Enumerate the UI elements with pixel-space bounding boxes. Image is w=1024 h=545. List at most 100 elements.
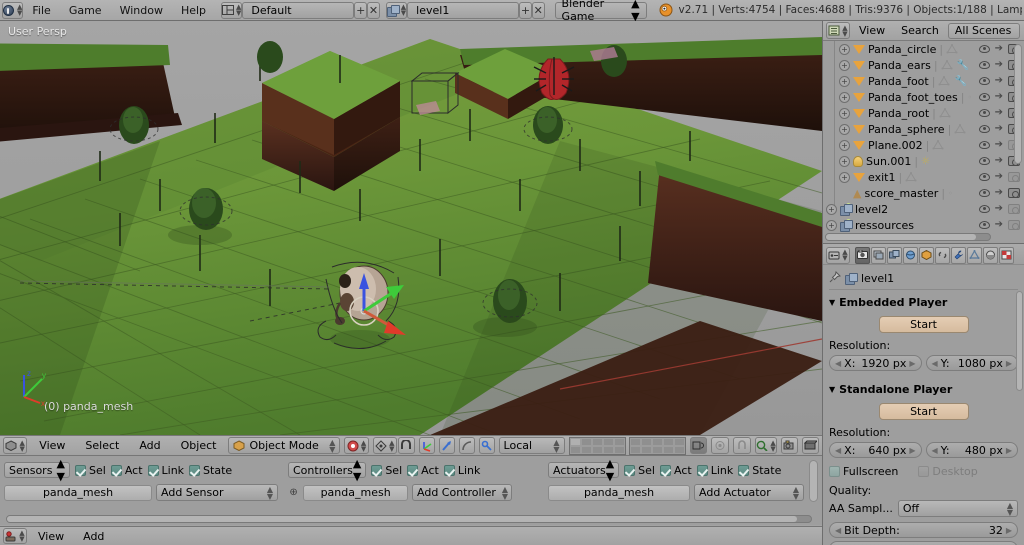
outliner-row[interactable]: + Panda_ears | 🔧 ➔	[823, 57, 1024, 73]
translate-manipulator-icon[interactable]	[418, 437, 435, 454]
outliner-row[interactable]: ▲ score_master | ◦ ➔	[823, 185, 1024, 201]
mesh-data-icon[interactable]	[941, 60, 953, 70]
outliner-row[interactable]: + ressources ➔	[823, 217, 1024, 233]
add-actuator-button[interactable]: Add Actuator ▲ ▼	[694, 484, 804, 501]
renderability-camera-icon[interactable]	[1008, 204, 1020, 214]
visibility-eye-icon[interactable]	[978, 141, 990, 149]
standalone-resolution-y[interactable]: ◀ Y: 480 px ▶	[925, 442, 1018, 458]
selectability-cursor-icon[interactable]: ➔	[995, 204, 1003, 214]
selectability-cursor-icon[interactable]: ➔	[995, 76, 1003, 86]
expand-toggle-icon[interactable]: +	[839, 155, 850, 167]
pin-icon[interactable]	[829, 270, 842, 286]
viewport-menu-object[interactable]: Object	[173, 439, 225, 452]
actuators-filter-link[interactable]: Link	[696, 464, 733, 477]
outliner-vertical-scrollbar[interactable]	[1014, 44, 1022, 164]
visibility-eye-icon[interactable]	[978, 221, 990, 229]
selectability-cursor-icon[interactable]: ➔	[995, 60, 1003, 70]
3d-viewport[interactable]: User Persp (0) panda_mesh z y x	[0, 21, 822, 435]
snap-element-icon[interactable]	[733, 437, 751, 454]
selectability-cursor-icon[interactable]: ➔	[995, 156, 1003, 166]
expand-toggle-icon[interactable]: +	[826, 203, 837, 215]
sensors-filter-state[interactable]: State	[189, 464, 232, 477]
visibility-eye-icon[interactable]	[978, 77, 990, 85]
menu-file[interactable]: File	[23, 4, 59, 17]
tab-object[interactable]	[919, 246, 934, 264]
actuators-filter-state[interactable]: State	[738, 464, 781, 477]
visibility-eye-icon[interactable]	[978, 125, 990, 133]
outliner-menu-search[interactable]: Search	[894, 24, 946, 37]
embedded-player-start-button[interactable]: Start	[878, 316, 969, 333]
properties-scrollbar[interactable]	[1016, 291, 1023, 391]
transform-orientation-select[interactable]: Local ▲ ▼	[498, 437, 565, 454]
editor-type-icon[interactable]: ▲ ▼	[3, 437, 28, 454]
refresh-rate-field[interactable]: ◀Refresh Rate: 60▶	[829, 541, 1018, 545]
tab-scene[interactable]	[887, 246, 902, 264]
rotate-manipulator-icon[interactable]	[438, 437, 455, 454]
controllers-filter-act[interactable]: Act	[407, 464, 439, 477]
standalone-player-start-button[interactable]: Start	[878, 403, 969, 420]
sensors-type-select[interactable]: Sensors ▲ ▼	[4, 457, 70, 483]
render-engine-select[interactable]: Blender Game ▲ ▼	[554, 0, 647, 23]
viewport-shading-icon[interactable]: ▲ ▼	[344, 437, 369, 454]
visibility-eye-icon[interactable]	[978, 45, 990, 53]
blender-logo-icon[interactable]: ▲ ▼	[2, 1, 24, 19]
expand-toggle-icon[interactable]: +	[839, 171, 850, 183]
render-view-icon[interactable]: ▲ ▼	[754, 437, 778, 454]
selectability-cursor-icon[interactable]: ➔	[995, 188, 1003, 198]
scene-name-field[interactable]: level1	[407, 1, 520, 19]
selectability-cursor-icon[interactable]: ➔	[995, 108, 1003, 118]
embedded-resolution-y[interactable]: ◀ Y: 1080 px ▶	[925, 355, 1018, 371]
footer-menu-add[interactable]: Add	[75, 530, 112, 543]
outliner-row[interactable]: + Panda_foot_toes | ◦ ➔	[823, 89, 1024, 105]
viewport-menu-select[interactable]: Select	[77, 439, 127, 452]
proportional-edit-icon[interactable]	[711, 437, 730, 454]
controllers-expand-icon[interactable]: ⊕	[288, 487, 299, 498]
tab-render-layers[interactable]	[871, 246, 886, 264]
footer-menu-view[interactable]: View	[30, 530, 72, 543]
expand-toggle-icon[interactable]: +	[839, 139, 850, 151]
viewport-menu-view[interactable]: View	[31, 439, 73, 452]
outliner-row[interactable]: + Panda_circle | ➔	[823, 41, 1024, 57]
expand-toggle-icon[interactable]: +	[839, 107, 850, 119]
screen-layout-icon[interactable]: ▲ ▼	[221, 1, 243, 19]
standalone-resolution-x[interactable]: ◀ X: 640 px ▶	[829, 442, 922, 458]
sensors-filter-act[interactable]: Act	[110, 464, 143, 477]
selectability-cursor-icon[interactable]: ➔	[995, 172, 1003, 182]
interaction-mode-select[interactable]: Object Mode ▲ ▼	[228, 437, 341, 454]
add-screen-button[interactable]: +	[354, 1, 368, 19]
actuators-type-select[interactable]: Actuators ▲ ▼	[548, 457, 620, 483]
mesh-data-icon[interactable]	[905, 172, 917, 182]
visibility-eye-icon[interactable]	[978, 61, 990, 69]
visibility-eye-icon[interactable]	[978, 157, 990, 165]
sensors-filter-sel[interactable]: Sel	[75, 464, 106, 477]
expand-toggle-icon[interactable]: +	[839, 43, 850, 55]
mesh-data-icon[interactable]	[932, 140, 944, 150]
modifier-wrench-icon[interactable]: 🔧	[957, 60, 969, 71]
mesh-data-icon[interactable]	[939, 108, 951, 118]
manipulator-toggle-icon[interactable]	[478, 437, 495, 454]
outliner-row[interactable]: + Plane.002 | ➔	[823, 137, 1024, 153]
logic-vertical-scrollbar[interactable]	[809, 460, 818, 502]
outliner-row[interactable]: + Panda_root | ➔	[823, 105, 1024, 121]
selectability-cursor-icon[interactable]: ➔	[995, 220, 1003, 230]
scale-manipulator-icon[interactable]	[458, 437, 475, 454]
controllers-filter-link[interactable]: Link	[443, 464, 480, 477]
delete-scene-button[interactable]: ✕	[531, 1, 545, 19]
selectability-cursor-icon[interactable]: ➔	[995, 140, 1003, 150]
visibility-eye-icon[interactable]	[978, 109, 990, 117]
tab-texture[interactable]	[999, 246, 1014, 264]
renderability-camera-icon[interactable]	[1008, 188, 1020, 198]
fullscreen-checkbox[interactable]: Fullscreen	[829, 465, 898, 478]
tab-material[interactable]	[983, 246, 998, 264]
renderability-camera-icon[interactable]	[1008, 172, 1020, 182]
aa-samples-select[interactable]: Off ▲ ▼	[897, 500, 1018, 517]
selectability-cursor-icon[interactable]: ➔	[995, 44, 1003, 54]
mesh-data-icon[interactable]	[954, 124, 966, 134]
scene-layers-icon[interactable]	[568, 436, 686, 455]
modifier-wrench-icon[interactable]: 🔧	[954, 76, 966, 87]
expand-toggle-icon[interactable]: +	[839, 123, 850, 135]
add-controller-button[interactable]: Add Controller ▲ ▼	[412, 484, 512, 501]
tab-modifiers[interactable]	[951, 246, 966, 264]
visibility-eye-icon[interactable]	[978, 205, 990, 213]
lock-camera-icon[interactable]	[689, 437, 708, 454]
